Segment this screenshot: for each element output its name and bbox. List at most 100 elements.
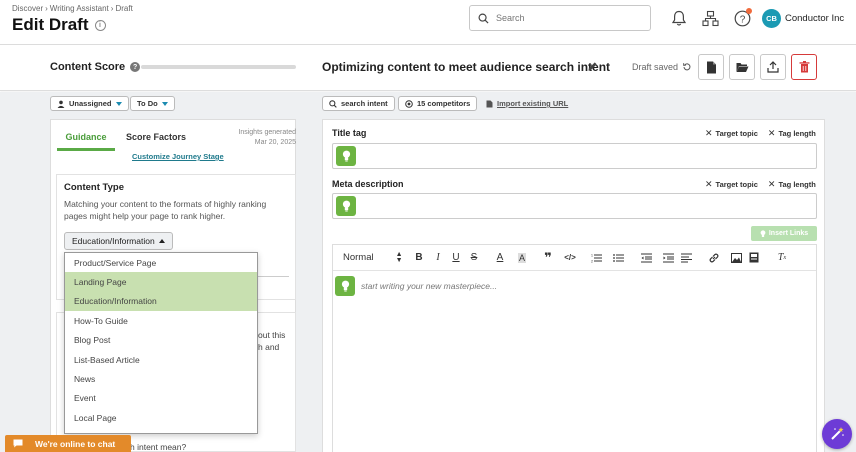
content-score-label: Content Score ? (50, 61, 141, 73)
lightbulb-icon[interactable] (335, 276, 355, 296)
text-fragment: h and (258, 342, 280, 352)
content-type-selected: Education/Information (72, 236, 155, 246)
bold-icon[interactable]: B (409, 249, 429, 267)
align-icon[interactable] (677, 249, 695, 267)
chat-bubble-icon (13, 439, 23, 448)
bell-icon (671, 10, 687, 26)
option-list-based-article[interactable]: List-Based Article (65, 350, 257, 369)
text-color-icon[interactable]: A (487, 249, 513, 267)
customize-journey-link[interactable]: Customize Journey Stage (132, 152, 224, 161)
close-icon: ✕ (705, 128, 713, 138)
ai-assistant-button[interactable] (822, 419, 852, 449)
org-name[interactable]: Conductor Inc (785, 13, 844, 24)
content-score-text: Content Score (50, 61, 126, 73)
divider (258, 276, 289, 277)
option-education-information[interactable]: Education/Information (65, 291, 257, 312)
bullet-list-icon[interactable] (609, 249, 627, 267)
assignee-label: Unassigned (69, 99, 112, 108)
breadcrumb-draft: Draft (115, 4, 133, 13)
underline-icon[interactable]: U (447, 249, 465, 267)
export-button[interactable] (760, 54, 786, 80)
text-fragment: h intent mean? (130, 442, 187, 452)
search-intent-chip[interactable]: search intent (322, 96, 395, 111)
info-icon[interactable]: i (94, 19, 106, 31)
target-icon (405, 99, 413, 108)
svg-text:?: ? (739, 14, 745, 25)
svg-text:2: 2 (591, 259, 593, 263)
target-topic-toggle[interactable]: ✕ Target topic (705, 179, 758, 190)
score-progress-bar (141, 65, 296, 69)
highlight-icon[interactable]: A (513, 249, 531, 267)
option-how-to-guide[interactable]: How-To Guide (65, 311, 257, 330)
code-icon[interactable]: </> (561, 249, 579, 267)
breadcrumb-discover[interactable]: Discover (12, 4, 43, 13)
target-topic-toggle[interactable]: ✕ Target topic (705, 128, 758, 139)
page-title-text: Edit Draft (12, 15, 89, 34)
insights-label: Insights generated (238, 129, 296, 136)
image-icon[interactable] (727, 249, 745, 267)
assignee-dropdown[interactable]: Unassigned (50, 96, 129, 111)
org-chart-button[interactable] (701, 9, 719, 27)
edit-pencil-icon[interactable] (587, 61, 598, 72)
import-url-link[interactable]: Import existing URL (486, 96, 568, 111)
avatar[interactable]: CB (762, 9, 781, 28)
notifications-button[interactable] (670, 9, 688, 27)
italic-icon[interactable]: I (429, 249, 447, 267)
up-down-arrows-icon: ▲ ▼ (395, 250, 403, 264)
search-intent-label: search intent (341, 99, 388, 108)
tag-length-toggle[interactable]: ✕ Tag length (768, 128, 816, 139)
blockquote-icon[interactable]: ❞ (535, 249, 561, 267)
chevron-down-icon (115, 101, 122, 106)
option-news[interactable]: News (65, 369, 257, 388)
lightbulb-icon[interactable] (336, 146, 356, 166)
target-topic-label: Target topic (715, 129, 758, 138)
trash-icon (799, 61, 809, 73)
clear-format-icon[interactable]: Tx (769, 249, 795, 267)
tag-length-toggle[interactable]: ✕ Tag length (768, 179, 816, 190)
breadcrumb-writing-assistant[interactable]: Writing Assistant (50, 4, 109, 13)
help-button[interactable]: ? (733, 8, 752, 27)
tab-guidance[interactable]: Guidance (57, 132, 115, 142)
content-type-description: Matching your content to the formats of … (64, 199, 267, 221)
breadcrumb: Discover › Writing Assistant › Draft (12, 4, 133, 13)
editor-placeholder[interactable]: start writing your new masterpiece... (361, 281, 497, 291)
link-icon[interactable] (701, 249, 727, 267)
strikethrough-icon[interactable]: S (465, 249, 483, 267)
history-icon[interactable] (682, 62, 692, 72)
help-icon[interactable]: ? (130, 62, 141, 72)
close-icon: ✕ (705, 179, 713, 189)
tab-score-factors[interactable]: Score Factors (126, 132, 186, 142)
status-label: To Do (137, 99, 158, 108)
delete-button[interactable] (791, 54, 817, 80)
competitors-label: 15 competitors (417, 99, 471, 108)
indent-icon[interactable] (659, 249, 677, 267)
document-button[interactable] (698, 54, 724, 80)
notification-dot (746, 8, 752, 14)
open-folder-button[interactable] (729, 54, 755, 80)
insert-links-button[interactable]: Insert Links (751, 226, 817, 241)
breadcrumb-separator: › (45, 4, 48, 13)
title-tag-input[interactable] (332, 143, 817, 169)
upload-icon (767, 61, 779, 73)
outdent-icon[interactable] (633, 249, 659, 267)
option-event[interactable]: Event (65, 389, 257, 408)
active-tab-indicator (57, 148, 115, 151)
search-input[interactable] (496, 13, 636, 23)
status-dropdown[interactable]: To Do (130, 96, 175, 111)
option-local-page[interactable]: Local Page (65, 408, 257, 427)
ordered-list-icon[interactable]: 12 (583, 249, 609, 267)
video-icon[interactable] (745, 249, 763, 267)
option-landing-page[interactable]: Landing Page (65, 272, 257, 292)
content-type-heading: Content Type (64, 182, 124, 193)
content-type-select[interactable]: Education/Information (64, 232, 173, 250)
option-blog-post[interactable]: Blog Post (65, 331, 257, 350)
meta-description-input[interactable] (332, 193, 817, 219)
lightbulb-icon[interactable] (336, 196, 356, 216)
document-title: Optimizing content to meet audience sear… (322, 60, 611, 74)
text-fragment: out this (258, 330, 286, 340)
chat-widget-button[interactable]: We're online to chat (5, 435, 131, 452)
option-product-service-page[interactable]: Product/Service Page (65, 253, 257, 272)
format-select[interactable]: Normal ▲ ▼ (333, 249, 403, 267)
search-box[interactable] (469, 5, 651, 31)
competitors-chip[interactable]: 15 competitors (398, 96, 478, 111)
